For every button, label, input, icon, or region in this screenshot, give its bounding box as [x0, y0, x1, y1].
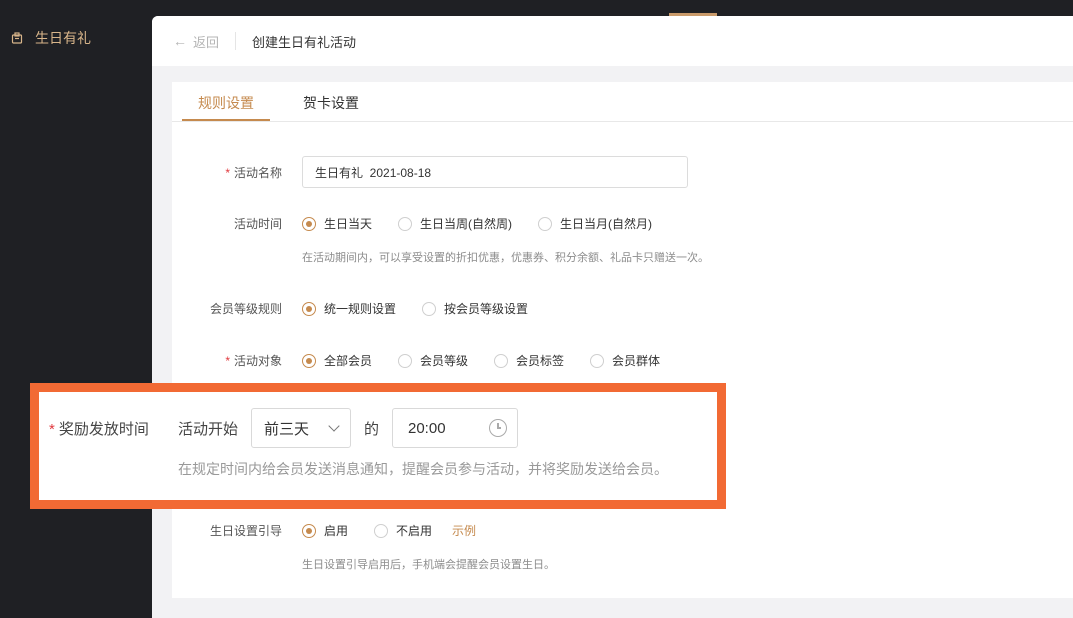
radio-dot: [374, 523, 389, 538]
activity-name-row: * 活动名称: [172, 156, 688, 188]
arrow-left-icon: ←: [173, 33, 187, 49]
page-title: 创建生日有礼活动: [252, 34, 357, 50]
radio-guide-enable[interactable]: 启用: [302, 522, 348, 539]
radio-birthday-day[interactable]: 生日当天: [302, 215, 372, 232]
reward-time-hint: 在规定时间内给会员发送消息通知，提醒会员参与活动，并将奖励发送给会员。: [178, 461, 668, 477]
radio-dot: [398, 216, 413, 231]
clock-icon: [489, 419, 507, 437]
radio-all-members[interactable]: 全部会员: [302, 352, 372, 369]
reward-days-select[interactable]: 前三天: [251, 408, 351, 448]
back-label: 返回: [193, 34, 220, 50]
activity-name-label: * 活动名称: [225, 165, 282, 180]
radio-dot: [302, 523, 316, 538]
radio-birthday-week[interactable]: 生日当周(自然周): [398, 215, 512, 232]
radio-by-level-rule[interactable]: 按会员等级设置: [422, 300, 528, 317]
tab-active-indicator: [182, 119, 270, 121]
reward-time-value: 20:00: [408, 419, 446, 437]
radio-dot: [422, 301, 437, 316]
chevron-down-icon: [328, 420, 340, 432]
activity-name-input[interactable]: [302, 156, 688, 188]
radio-dot: [538, 216, 553, 231]
activity-target-row: * 活动对象 全部会员 会员等级 会员标签 会员群体: [172, 352, 686, 369]
header-divider: [235, 32, 237, 50]
example-link[interactable]: 示例: [452, 522, 476, 539]
tab-rule-settings[interactable]: 规则设置: [198, 93, 254, 113]
radio-member-tag[interactable]: 会员标签: [494, 352, 564, 369]
member-level-rule-row: 会员等级规则 统一规则设置 按会员等级设置: [172, 300, 554, 317]
activity-target-label: * 活动对象: [225, 354, 282, 368]
radio-member-level[interactable]: 会员等级: [398, 352, 468, 369]
member-level-rule-label: 会员等级规则: [209, 302, 282, 316]
activity-time-hint: 在活动期间内，可以享受设置的折扣优惠，优惠券、积分余额、礼品卡只赠送一次。: [302, 252, 709, 264]
sidebar-item-birthday-gift[interactable]: 生日有礼: [11, 28, 91, 48]
activity-time-row: 活动时间 生日当天 生日当周(自然周) 生日当月(自然月): [172, 215, 678, 232]
tab-bar: 规则设置 贺卡设置: [172, 82, 1073, 122]
sidebar-item-label: 生日有礼: [35, 30, 91, 46]
radio-dot: [590, 353, 605, 368]
back-button[interactable]: ← 返回: [173, 32, 219, 51]
birthday-guide-row: 生日设置引导 启用 不启用 示例: [172, 522, 476, 539]
radio-dot: [302, 216, 316, 231]
reward-time-connector: 的: [364, 421, 380, 438]
reward-time-label: * 奖励发放时间: [49, 421, 149, 438]
reward-time-callout: * 奖励发放时间 活动开始 前三天 的 20:00 在规定时间内给会员发送消息通知…: [30, 383, 726, 509]
form-card: 规则设置 贺卡设置 *活动名称 活动时间 生日当天 生日当周(自然周) 生日当月…: [172, 82, 1073, 598]
radio-member-group[interactable]: 会员群体: [590, 352, 660, 369]
reward-days-value: 前三天: [264, 420, 310, 438]
reward-time-picker[interactable]: 20:00: [392, 408, 518, 448]
birthday-guide-hint: 生日设置引导启用后，手机端会提醒会员设置生日。: [302, 559, 555, 571]
radio-birthday-month[interactable]: 生日当月(自然月): [538, 215, 652, 232]
radio-dot: [302, 301, 316, 316]
activity-time-label: 活动时间: [233, 217, 282, 231]
radio-dot: [398, 353, 413, 368]
birthday-guide-label: 生日设置引导: [209, 524, 282, 538]
radio-dot: [302, 353, 316, 368]
radio-dot: [494, 353, 509, 368]
radio-unified-rule[interactable]: 统一规则设置: [302, 300, 396, 317]
reward-time-prefix: 活动开始: [178, 421, 239, 438]
gift-icon: [11, 32, 23, 44]
main-panel: ← 返回 创建生日有礼活动 规则设置 贺卡设置 *活动名称 活动时间 生日当天 …: [152, 16, 1073, 618]
radio-guide-disable[interactable]: 不启用: [374, 522, 432, 539]
page-header: ← 返回 创建生日有礼活动: [152, 16, 1073, 66]
tab-card-settings[interactable]: 贺卡设置: [303, 93, 359, 113]
